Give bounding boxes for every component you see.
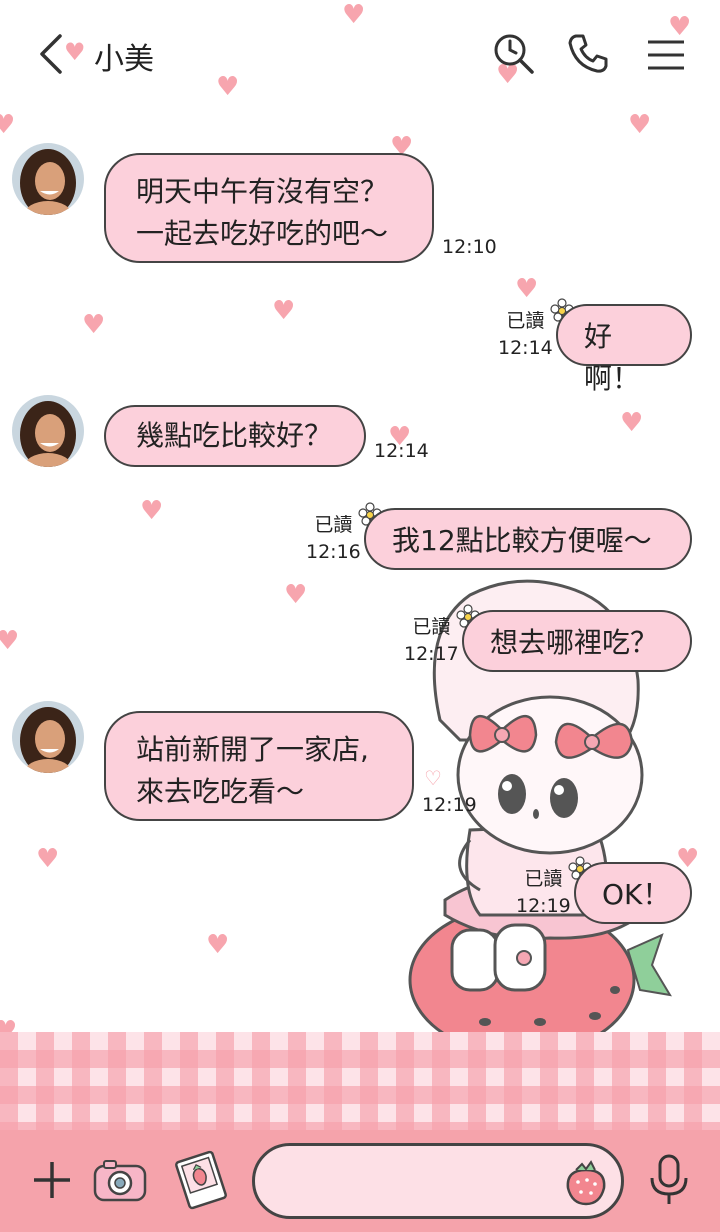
read-receipt: 已讀 12:14 [498, 308, 553, 362]
heart-decoration: ♥ [82, 310, 106, 340]
heart-decoration: ♥ [64, 38, 86, 66]
chat-title: 小美 [94, 42, 154, 77]
message-line: 明天中午有沒有空？ [136, 175, 389, 208]
heart-decoration: ♥ [284, 580, 308, 610]
message-bubble-outgoing[interactable]: 好啊！ [556, 304, 692, 395]
heart-decoration: ♥ [515, 274, 539, 304]
message-line: 站前新開了一家店, [136, 733, 369, 766]
message-time: 12:14 [374, 440, 429, 462]
read-label: 已讀 [506, 310, 545, 332]
chat-header: ♥ 小美 [0, 0, 720, 108]
message-line: 來去吃吃看～ [136, 775, 305, 808]
microphone-icon[interactable] [644, 1150, 694, 1208]
menu-icon[interactable] [642, 30, 690, 78]
heart-decoration: ♥ [206, 930, 230, 960]
message-bubble-outgoing[interactable]: OK！ [574, 862, 692, 924]
read-label: 已讀 [314, 514, 353, 536]
read-receipt: 已讀 12:17 [404, 614, 459, 668]
message-bubble-outgoing[interactable]: 想去哪裡吃？ [462, 610, 692, 672]
message-time: 12:16 [306, 541, 361, 563]
read-label: 已讀 [412, 616, 451, 638]
photo-icon[interactable] [172, 1150, 230, 1210]
read-receipt: 已讀 12:19 [516, 866, 571, 920]
heart-decoration: ♥ [0, 110, 16, 140]
message-time: 12:19 [516, 895, 571, 917]
avatar[interactable] [12, 143, 84, 215]
heart-decoration: ♥ [36, 844, 60, 874]
search-history-icon[interactable] [490, 30, 538, 78]
heart-decoration: ♥ [272, 296, 296, 326]
camera-icon[interactable] [92, 1158, 148, 1204]
avatar[interactable] [12, 701, 84, 773]
plus-icon[interactable] [28, 1156, 76, 1204]
message-bubble-incoming[interactable]: 站前新開了一家店, 來去吃吃看～ [104, 711, 414, 821]
message-time: 12:17 [404, 643, 459, 665]
heart-decoration: ♥ [140, 496, 164, 526]
sticker-strawberry-icon[interactable] [562, 1156, 610, 1208]
message-bubble-outgoing[interactable]: 我12點比較方便喔～ [364, 508, 692, 570]
message-line: 一起去吃好吃的吧～ [136, 217, 389, 250]
message-line: 幾點吃比較好？ [136, 419, 333, 452]
read-label: 已讀 [524, 868, 563, 890]
message-bubble-incoming[interactable]: 幾點吃比較好？ [104, 405, 366, 467]
heart-decoration: ♥ [620, 408, 644, 438]
heart-decoration: ♥ [628, 110, 652, 140]
heart-decoration: ♥ [0, 626, 20, 656]
message-time: 12:10 [442, 236, 497, 258]
message-bubble-incoming[interactable]: 明天中午有沒有空？ 一起去吃好吃的吧～ [104, 153, 434, 263]
avatar[interactable] [12, 395, 84, 467]
phone-icon[interactable] [564, 30, 612, 78]
message-time: 12:14 [498, 337, 553, 359]
read-receipt: 已讀 12:16 [306, 512, 361, 566]
message-time: 12:19 [422, 794, 477, 816]
gingham-background [0, 1032, 720, 1130]
